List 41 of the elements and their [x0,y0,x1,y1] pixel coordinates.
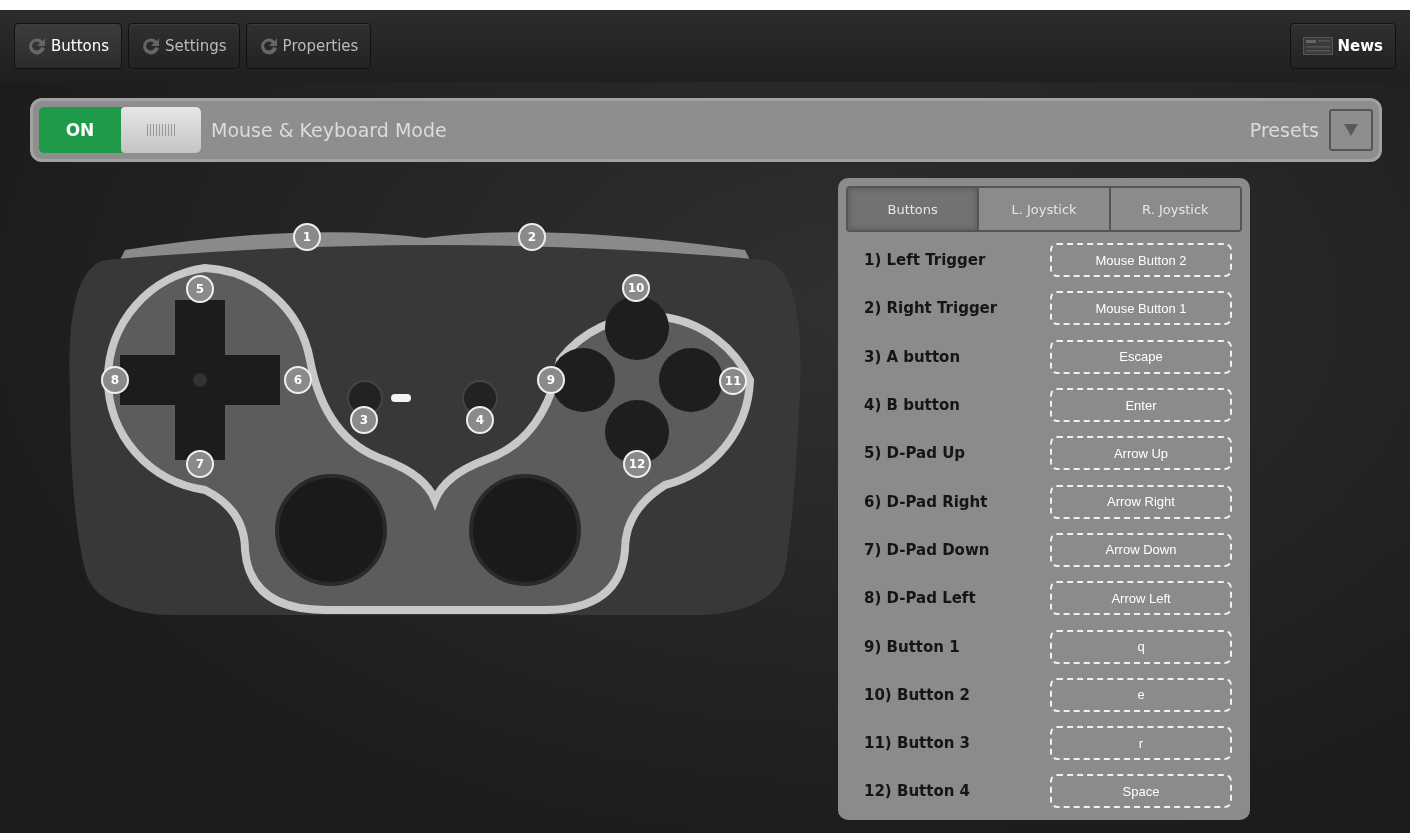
presets-dropdown-button[interactable] [1329,109,1373,151]
binding-field[interactable]: Arrow Down [1050,532,1232,567]
binding-field[interactable]: q [1050,629,1232,664]
panel-tab[interactable]: R. Joystick [1108,188,1240,230]
callout-badge: 1 [293,223,321,251]
button-label: 5) D-Pad Up [864,444,966,463]
mode-label: Mouse & Keyboard Mode [211,119,448,141]
button-label: 1) Left Trigger [864,251,986,270]
button-label: 3) A button [864,347,961,366]
binding-field[interactable]: Mouse Button 1 [1050,291,1232,326]
binding-field[interactable]: Escape [1050,339,1232,374]
button-label: 10) Button 2 [864,685,971,704]
binding-field[interactable]: Enter [1050,388,1232,423]
binding-field[interactable]: e [1050,677,1232,712]
button-label: 2) Right Trigger [864,299,998,318]
button-label: 9) Button 1 [864,637,960,656]
panel-tab[interactable]: Buttons [848,188,978,230]
button-label: 6) D-Pad Right [864,492,988,511]
presets-label: Presets [1249,119,1319,141]
button-label: 7) D-Pad Down [864,540,990,559]
news-button[interactable]: News [1290,23,1396,69]
mode-toggle[interactable]: ON [39,107,201,153]
refresh-icon [141,36,162,56]
binding-field[interactable]: r [1050,726,1232,761]
button-label: 11) Button 3 [864,734,971,753]
toolbar-tab[interactable]: Buttons [14,23,123,69]
toolbar-tab[interactable]: Properties [245,23,372,69]
binding-field[interactable]: Mouse Button 2 [1050,243,1232,278]
button-label: 4) B button [864,396,960,415]
binding-field[interactable]: Space [1050,774,1232,809]
binding-field[interactable]: Arrow Up [1050,436,1232,471]
binding-field[interactable]: Arrow Left [1050,581,1232,616]
callout-badge: 2 [518,223,546,251]
button-label: 12) Button 4 [864,782,971,801]
refresh-icon [27,36,47,56]
newspaper-icon [1303,37,1334,55]
toolbar-tab[interactable]: Settings [128,23,240,69]
refresh-icon [258,36,279,56]
binding-field[interactable]: Arrow Right [1050,484,1232,519]
triangle-down-icon [1344,124,1358,136]
button-label: 8) D-Pad Left [864,589,976,608]
